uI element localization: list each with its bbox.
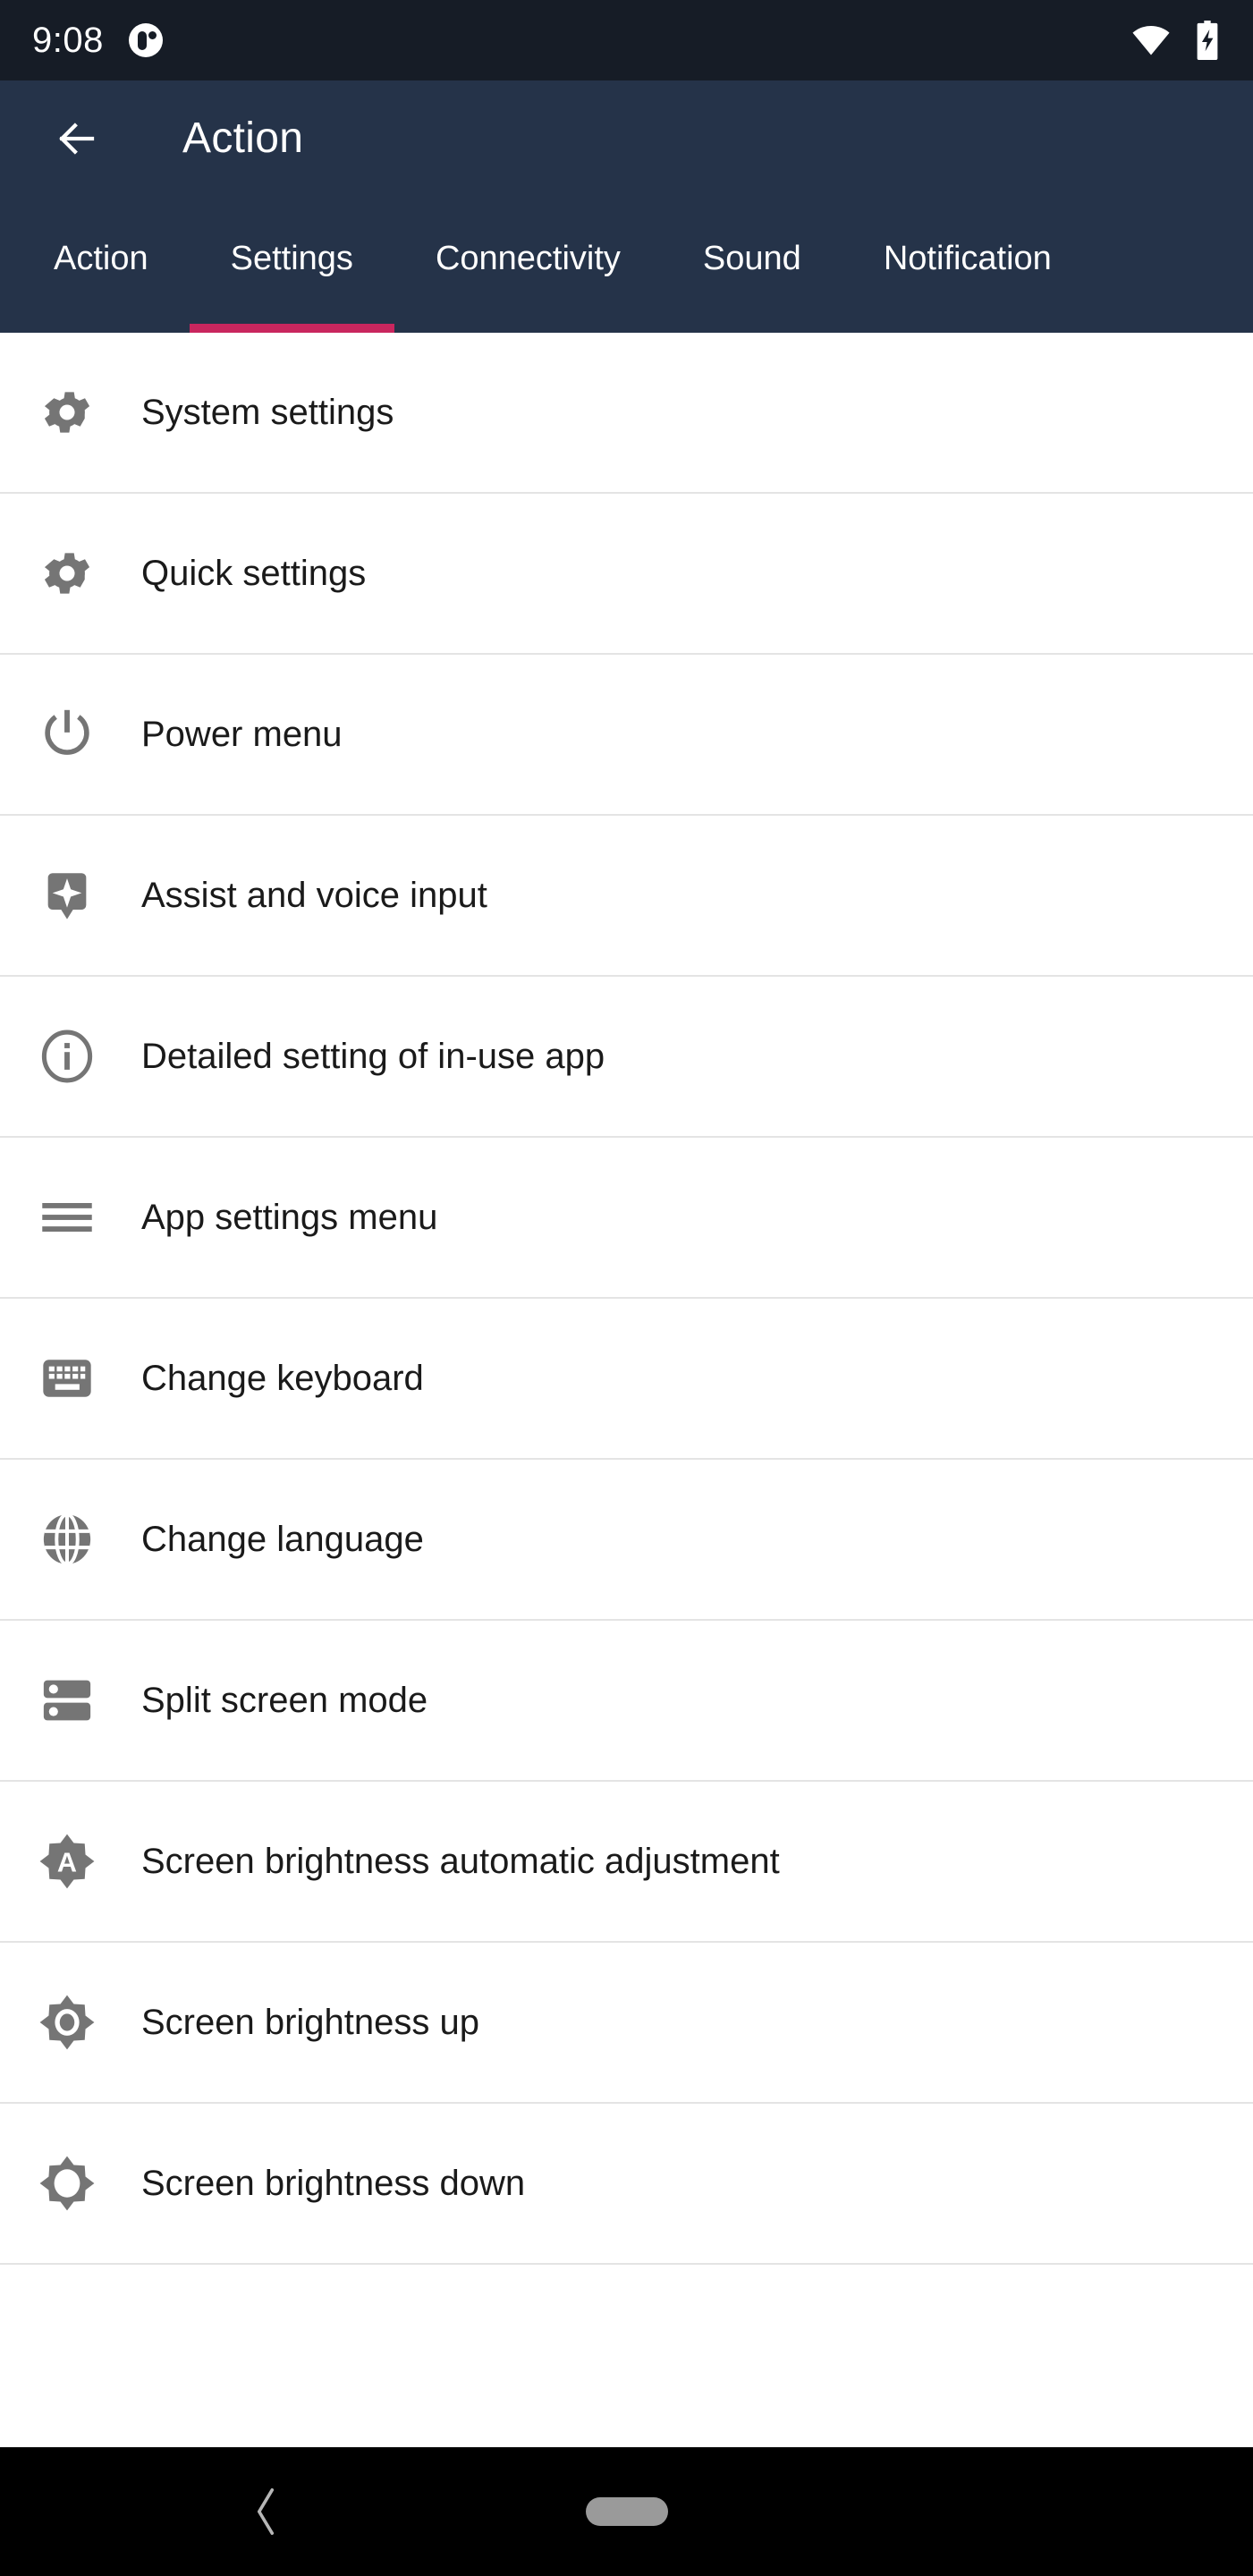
system-navigation-bar: [0, 2447, 1253, 2576]
gear-icon: [38, 544, 97, 603]
list-item-detailed-setting-of-in-use-app[interactable]: Detailed setting of in-use app: [0, 977, 1253, 1138]
tab-connectivity[interactable]: Connectivity: [394, 197, 662, 333]
app-bar: Action: [0, 80, 1253, 197]
list-item-label: Power menu: [141, 715, 343, 754]
tab-notification[interactable]: Notification: [842, 197, 1093, 333]
app-notification-icon-bar: [137, 31, 147, 50]
info-circle-icon: [38, 1027, 97, 1086]
list-item-change-keyboard[interactable]: Change keyboard: [0, 1299, 1253, 1460]
tab-bar: Action Settings Connectivity Sound Notif…: [0, 197, 1253, 333]
list-item-app-settings-menu[interactable]: App settings menu: [0, 1138, 1253, 1299]
list-item-label: Screen brightness automatic adjustment: [141, 1842, 780, 1881]
list-item-system-settings[interactable]: System settings: [0, 333, 1253, 494]
list-item-change-language[interactable]: Change language: [0, 1460, 1253, 1621]
list-item-label: Screen brightness down: [141, 2164, 526, 2203]
wifi-full-icon: [1131, 25, 1171, 55]
status-bar: 9:08: [0, 0, 1253, 80]
list-item-power-menu[interactable]: Power menu: [0, 655, 1253, 816]
list-item-screen-brightness-automatic-adjustment[interactable]: A Screen brightness automatic adjustment: [0, 1782, 1253, 1943]
list-item-quick-settings[interactable]: Quick settings: [0, 494, 1253, 655]
tab-label: Sound: [702, 240, 801, 277]
power-icon: [38, 705, 97, 764]
list-item-screen-brightness-down[interactable]: Screen brightness down: [0, 2104, 1253, 2265]
tab-label: Connectivity: [435, 240, 621, 277]
status-clock: 9:08: [32, 21, 104, 60]
list-item-label: Quick settings: [141, 554, 367, 593]
settings-list: System settings Quick settings Power men…: [0, 333, 1253, 2447]
gear-icon: [38, 383, 97, 442]
nav-back-chevron-icon[interactable]: [250, 2486, 281, 2538]
tab-sound[interactable]: Sound: [662, 197, 842, 333]
brightness-up-icon: [38, 1993, 97, 2052]
tab-action[interactable]: Action: [13, 197, 190, 333]
svg-text:A: A: [57, 1848, 77, 1878]
tab-active-indicator: [189, 324, 394, 333]
list-item-screen-brightness-up[interactable]: Screen brightness up: [0, 1943, 1253, 2104]
tab-label: Action: [54, 240, 148, 277]
list-item-label: App settings menu: [141, 1198, 438, 1237]
list-item-label: Change keyboard: [141, 1359, 424, 1398]
nav-home-pill-icon[interactable]: [585, 2497, 668, 2526]
list-item-label: System settings: [141, 393, 394, 432]
phone-screen: 9:08 Action Action Settings Connectivity…: [0, 0, 1253, 2576]
brightness-down-icon: [38, 2154, 97, 2213]
list-item-label: Screen brightness up: [141, 2003, 480, 2042]
list-item-label: Assist and voice input: [141, 876, 487, 915]
page-title: Action: [182, 114, 304, 162]
globe-icon: [38, 1510, 97, 1569]
list-item-label: Split screen mode: [141, 1681, 428, 1720]
app-notification-icon: [128, 23, 163, 57]
list-item-assist-and-voice-input[interactable]: Assist and voice input: [0, 816, 1253, 977]
list-item-label: Detailed setting of in-use app: [141, 1037, 605, 1076]
battery-charging-icon: [1194, 21, 1221, 60]
status-left-icons: [128, 23, 163, 57]
hamburger-menu-icon: [38, 1188, 97, 1247]
tab-label: Notification: [883, 240, 1052, 277]
keyboard-icon: [38, 1349, 97, 1408]
assist-sparkle-icon: [38, 866, 97, 925]
split-screen-icon: [38, 1671, 97, 1730]
back-arrow-icon[interactable]: [52, 114, 100, 163]
tab-settings[interactable]: Settings: [189, 197, 394, 333]
list-item-split-screen-mode[interactable]: Split screen mode: [0, 1621, 1253, 1782]
app-notification-icon-dot: [148, 31, 157, 39]
tab-label: Settings: [230, 240, 353, 277]
status-right-icons: [1131, 21, 1221, 60]
brightness-auto-icon: A: [38, 1832, 97, 1891]
list-item-label: Change language: [141, 1520, 424, 1559]
